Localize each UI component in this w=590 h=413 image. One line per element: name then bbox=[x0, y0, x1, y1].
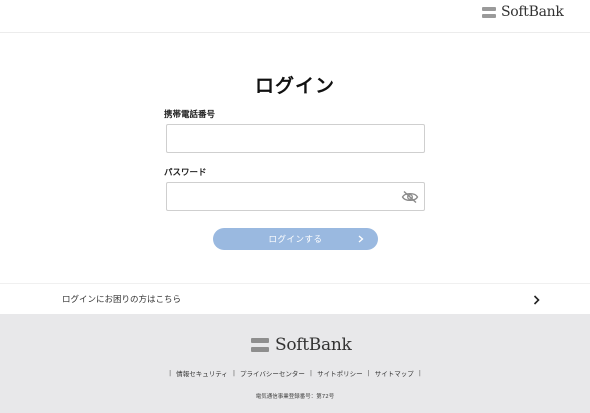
eye-off-icon[interactable] bbox=[400, 189, 420, 205]
footer-separator: | bbox=[232, 369, 236, 377]
chevron-right-icon bbox=[356, 233, 366, 245]
phone-label: 携帯電話番号 bbox=[164, 110, 216, 120]
login-button[interactable]: ログインする bbox=[213, 228, 378, 250]
page-title: ログイン bbox=[254, 75, 335, 97]
chevron-right-icon bbox=[531, 294, 541, 306]
footer-link-security[interactable]: 情報セキュリティ bbox=[176, 368, 228, 378]
footer-links: | 情報セキュリティ | プライバシーセンター | サイトポリシー | サイトマ… bbox=[0, 368, 590, 378]
footer-link-sitemap[interactable]: サイトマップ bbox=[375, 368, 414, 378]
softbank-logo-mark-icon bbox=[482, 6, 496, 18]
softbank-logo-mark-icon bbox=[251, 338, 269, 352]
login-page: SoftBank ログイン 携帯電話番号 パスワード ログインする ログインにお… bbox=[0, 0, 590, 413]
footer-separator: | bbox=[367, 369, 370, 377]
footer-link-privacy[interactable]: プライバシーセンター bbox=[240, 368, 305, 378]
login-help-link[interactable]: ログインにお困りの方はこちら bbox=[0, 283, 590, 314]
phone-input[interactable] bbox=[166, 124, 425, 153]
footer-separator: | bbox=[168, 369, 172, 377]
footer-brand-name: SoftBank bbox=[275, 335, 352, 355]
password-label: パスワード bbox=[164, 168, 207, 178]
login-help-label: ログインにお困りの方はこちら bbox=[62, 295, 182, 305]
footer-separator: | bbox=[418, 369, 421, 377]
password-input[interactable] bbox=[166, 182, 425, 211]
footer-logo[interactable]: SoftBank bbox=[251, 335, 352, 355]
header-brand-name: SoftBank bbox=[501, 4, 564, 20]
site-footer: SoftBank | 情報セキュリティ | プライバシーセンター | サイトポリ… bbox=[0, 314, 590, 413]
site-header: SoftBank bbox=[0, 0, 590, 33]
license-number: 電気通信事業登録番号：第72号 bbox=[255, 394, 335, 400]
login-button-label: ログインする bbox=[268, 234, 323, 244]
footer-separator: | bbox=[309, 369, 313, 377]
footer-link-site-policy[interactable]: サイトポリシー bbox=[317, 368, 363, 378]
header-logo[interactable]: SoftBank bbox=[482, 4, 564, 20]
